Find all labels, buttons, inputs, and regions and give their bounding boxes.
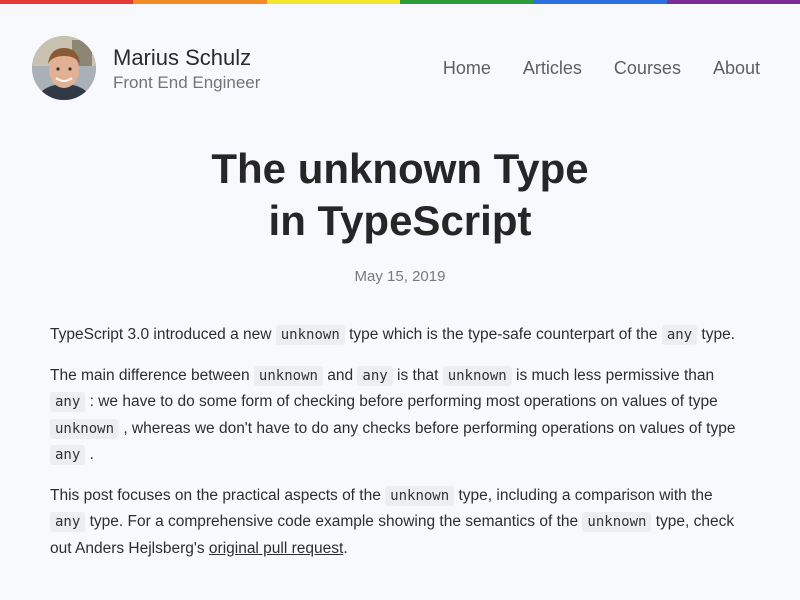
text: : we have to do some form of checking be…	[85, 393, 718, 410]
paragraph-3: This post focuses on the practical aspec…	[50, 483, 750, 563]
inline-code: unknown	[253, 365, 323, 386]
inline-code: any	[50, 445, 86, 465]
text: type which is the type-safe counterpart …	[344, 326, 662, 343]
text: .	[85, 446, 94, 463]
text: TypeScript 3.0 introduced a new	[50, 326, 276, 343]
article-title: The unknown Type in TypeScript	[0, 143, 800, 247]
article-title-line1: The unknown Type	[211, 145, 589, 192]
text: is much less permissive than	[511, 366, 715, 384]
inline-code: unknown	[50, 418, 120, 439]
rainbow-bar	[0, 0, 800, 4]
avatar[interactable]	[32, 36, 96, 100]
text: , whereas we don't have to do any checks…	[119, 419, 736, 437]
pull-request-link[interactable]: original pull request	[209, 540, 343, 557]
rainbow-segment-red	[0, 0, 134, 4]
nav-articles[interactable]: Articles	[523, 58, 582, 79]
inline-code: any	[50, 512, 86, 532]
site-author-name[interactable]: Marius Schulz	[113, 45, 251, 71]
text: type. For a comprehensive code example s…	[85, 513, 583, 530]
text: is that	[392, 366, 443, 384]
main-nav: Home Articles Courses About	[443, 58, 760, 79]
rainbow-segment-yellow	[266, 0, 400, 4]
inline-code: any	[50, 392, 86, 412]
text: This post focuses on the practical aspec…	[50, 486, 386, 504]
site-header: Marius Schulz Front End Engineer Home Ar…	[32, 36, 768, 100]
rainbow-segment-purple	[666, 0, 800, 4]
rainbow-segment-green	[399, 0, 534, 4]
paragraph-1: TypeScript 3.0 introduced a new unknown …	[50, 322, 750, 349]
article-body: TypeScript 3.0 introduced a new unknown …	[50, 322, 750, 576]
text: and	[322, 366, 358, 384]
article-title-line2: in TypeScript	[268, 197, 532, 244]
nav-home[interactable]: Home	[443, 58, 491, 79]
rainbow-segment-orange	[133, 0, 267, 4]
inline-code: any	[661, 325, 698, 345]
text: .	[343, 539, 348, 557]
text: type, including a comparison with the	[454, 486, 713, 504]
avatar-photo-icon	[32, 36, 96, 100]
inline-code: unknown	[442, 365, 512, 386]
inline-code: unknown	[582, 512, 652, 532]
inline-code: any	[357, 365, 393, 386]
article-date: May 15, 2019	[354, 268, 446, 285]
inline-code: unknown	[275, 325, 345, 345]
nav-about[interactable]: About	[713, 58, 760, 79]
rainbow-segment-blue	[533, 0, 667, 4]
paragraph-2: The main difference between unknown and …	[50, 363, 750, 469]
inline-code: unknown	[385, 485, 455, 506]
site-author-tagline: Front End Engineer	[113, 73, 261, 92]
nav-courses[interactable]: Courses	[614, 58, 681, 79]
text: type.	[697, 326, 736, 343]
text: The main difference between	[50, 366, 254, 384]
